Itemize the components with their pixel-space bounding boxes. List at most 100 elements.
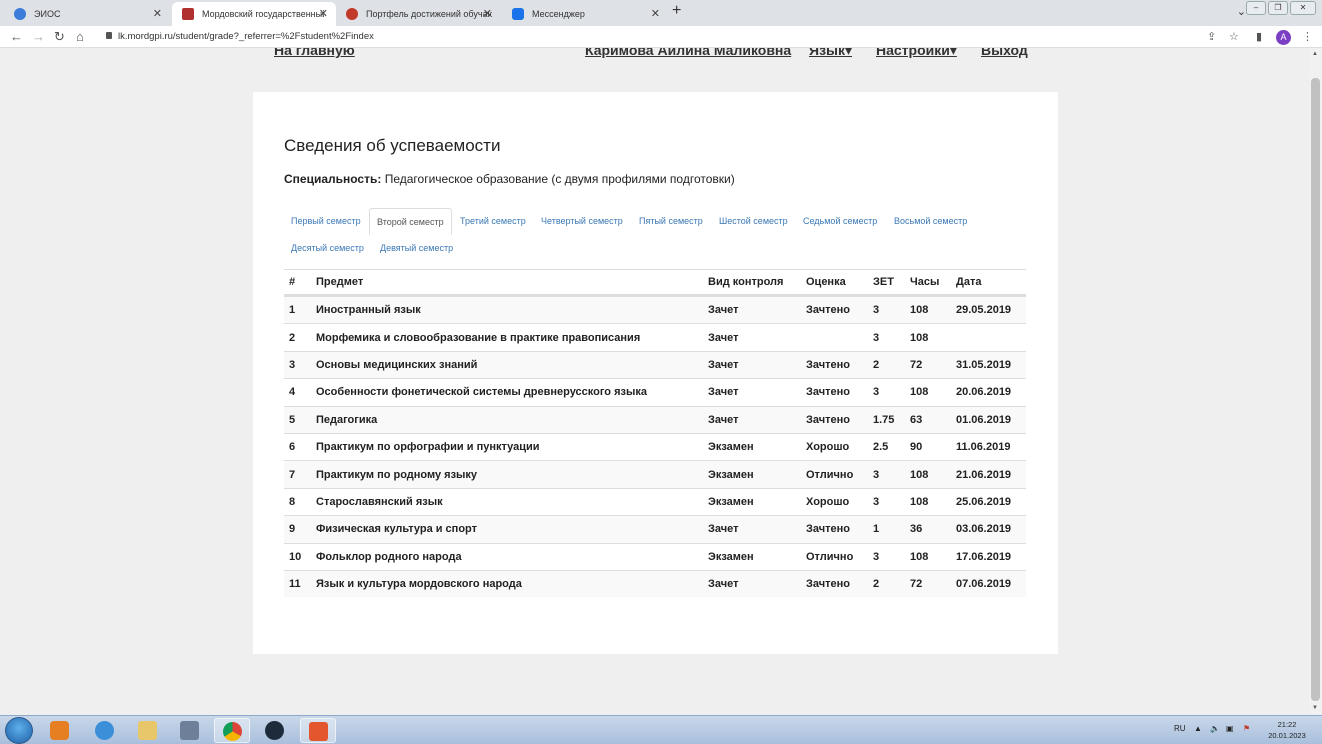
browser-tab-eios[interactable]: ЭИОС ✕: [4, 2, 170, 26]
reload-icon[interactable]: ↻: [54, 29, 65, 45]
table-row: 4 Особенности фонетической системы древне…: [284, 378, 1026, 405]
messenger-favicon-icon: [512, 8, 524, 20]
table-row: 2 Морфемика и словообразование в практике…: [284, 323, 1026, 350]
settings-menu[interactable]: Настройки▾: [876, 48, 957, 59]
restore-icon[interactable]: ❐: [1268, 1, 1288, 15]
volume-icon[interactable]: 🔈: [1210, 724, 1220, 733]
media-player-taskbar-button[interactable]: [42, 718, 78, 743]
browser-tab-mordgpi[interactable]: Мордовский государственный ✕: [172, 2, 336, 26]
profile-avatar[interactable]: A: [1276, 30, 1291, 45]
close-tab-icon[interactable]: ✕: [651, 7, 660, 20]
bookmark-star-icon[interactable]: ☆: [1229, 30, 1239, 43]
minimize-icon[interactable]: –: [1246, 1, 1266, 15]
app-taskbar-button[interactable]: [300, 718, 336, 743]
tab-semester-2[interactable]: Второй семестр: [369, 208, 452, 235]
row-number: 11: [289, 578, 301, 591]
row-number: 2: [289, 331, 296, 344]
folder-icon: [138, 721, 157, 740]
page-scrollbar[interactable]: ▲ ▼: [1309, 48, 1322, 715]
credits: 3: [873, 386, 880, 399]
grade: Зачтено: [806, 523, 850, 536]
grades-card: Сведения об успеваемости Специальность: …: [253, 92, 1058, 654]
user-name-link[interactable]: Каримова Аилина Маликовна: [585, 48, 791, 58]
start-button[interactable]: [5, 717, 33, 744]
grade: Зачтено: [806, 304, 850, 317]
tab-title: Мордовский государственный: [202, 9, 324, 19]
close-tab-icon[interactable]: ✕: [319, 7, 328, 20]
ie-taskbar-button[interactable]: [87, 718, 123, 743]
tab-semester-10[interactable]: Десятый семестр: [284, 235, 371, 262]
row-number: 5: [289, 413, 296, 426]
control-type: Зачет: [708, 578, 739, 591]
tab-semester-3[interactable]: Третий семестр: [453, 208, 533, 235]
hours: 108: [910, 550, 929, 563]
home-icon[interactable]: ⌂: [76, 29, 84, 44]
home-link[interactable]: На главную: [274, 48, 355, 58]
scrollbar-thumb[interactable]: [1311, 78, 1320, 701]
table-row: 10 Фольклор родного народа Экзамен Отлично 3…: [284, 542, 1026, 570]
browser-tab-portfolio[interactable]: Портфель достижений обучающ ✕: [336, 2, 500, 26]
subject-name: Иностранный язык: [316, 304, 421, 317]
row-number: 8: [289, 495, 296, 508]
close-tab-icon[interactable]: ✕: [483, 7, 492, 20]
hours: 63: [910, 413, 923, 426]
language-menu[interactable]: Язык▾: [809, 48, 852, 59]
menu-kebab-icon[interactable]: ⋮: [1302, 30, 1313, 43]
chrome-taskbar-button[interactable]: [214, 718, 250, 743]
table-row: 1 Иностранный язык Зачет Зачтено 3 108 29.05.2…: [284, 296, 1026, 324]
tab-search-chevron-icon[interactable]: ⌄: [1237, 5, 1246, 18]
date: 11.06.2019: [956, 441, 1011, 454]
browser-tab-messenger[interactable]: Мессенджер ✕: [502, 2, 668, 26]
scroll-down-arrow-icon[interactable]: ▼: [1312, 705, 1318, 711]
hours: 108: [910, 495, 929, 508]
computer-icon: [180, 721, 199, 740]
date: 07.06.2019: [956, 578, 1012, 591]
windows-taskbar: RU ▲ 🔈 ▣ ⚑ 21:22 20.01.2023: [0, 715, 1322, 744]
tab-semester-7[interactable]: Седьмой семестр: [796, 208, 884, 235]
hours: 36: [910, 523, 923, 536]
hours: 108: [910, 304, 929, 317]
network-icon[interactable]: ▣: [1226, 724, 1234, 733]
date: 20.06.2019: [956, 386, 1012, 399]
grade: Зачтено: [806, 578, 850, 591]
tab-title: Портфель достижений обучающ: [366, 9, 492, 19]
date: 03.06.2019: [956, 523, 1012, 536]
explorer-taskbar-button[interactable]: [130, 718, 166, 743]
credits: 3: [873, 550, 880, 563]
action-center-icon[interactable]: ⚑: [1243, 724, 1250, 733]
tab-semester-9[interactable]: Девятый семестр: [373, 235, 460, 262]
forward-icon[interactable]: →: [32, 29, 45, 44]
tab-semester-8[interactable]: Восьмой семестр: [887, 208, 974, 235]
header-credits: ЗЕТ: [873, 276, 894, 288]
logout-link[interactable]: Выход: [981, 48, 1028, 58]
side-panel-icon[interactable]: ▮: [1256, 30, 1262, 43]
close-tab-icon[interactable]: ✕: [153, 7, 162, 20]
tray-expand-icon[interactable]: ▲: [1194, 724, 1202, 733]
computer-taskbar-button[interactable]: [172, 718, 208, 743]
close-window-icon[interactable]: ✕: [1290, 1, 1316, 15]
language-indicator[interactable]: RU: [1174, 724, 1186, 733]
grade: Отлично: [806, 468, 854, 481]
grade: Отлично: [806, 550, 854, 563]
app-icon: [309, 722, 328, 741]
tab-semester-1[interactable]: Первый семестр: [284, 208, 368, 235]
tab-semester-5[interactable]: Пятый семестр: [632, 208, 710, 235]
url-field[interactable]: lk.mordgpi.ru/student/grade?_referrer=%2…: [100, 29, 1190, 45]
c-app-taskbar-button[interactable]: [257, 718, 293, 743]
credits: 3: [873, 495, 880, 508]
scroll-up-arrow-icon[interactable]: ▲: [1312, 51, 1318, 57]
back-icon[interactable]: ←: [10, 29, 23, 44]
hours: 90: [910, 441, 923, 454]
new-tab-icon[interactable]: +: [672, 2, 681, 20]
tab-semester-6[interactable]: Шестой семестр: [712, 208, 795, 235]
control-type: Зачет: [708, 386, 739, 399]
address-toolbar: ← → ↻ ⌂ lk.mordgpi.ru/student/grade?_ref…: [0, 26, 1322, 48]
control-type: Зачет: [708, 358, 739, 371]
url-text: lk.mordgpi.ru/student/grade?_referrer=%2…: [118, 31, 374, 42]
share-icon[interactable]: ⇪: [1207, 30, 1216, 43]
subject-name: Педагогика: [316, 413, 378, 426]
tab-semester-4[interactable]: Четвертый семестр: [534, 208, 630, 235]
specialty-line: Специальность: Педагогическое образовани…: [284, 172, 735, 186]
date: 31.05.2019: [956, 358, 1012, 371]
system-clock[interactable]: 21:22 20.01.2023: [1262, 719, 1312, 741]
